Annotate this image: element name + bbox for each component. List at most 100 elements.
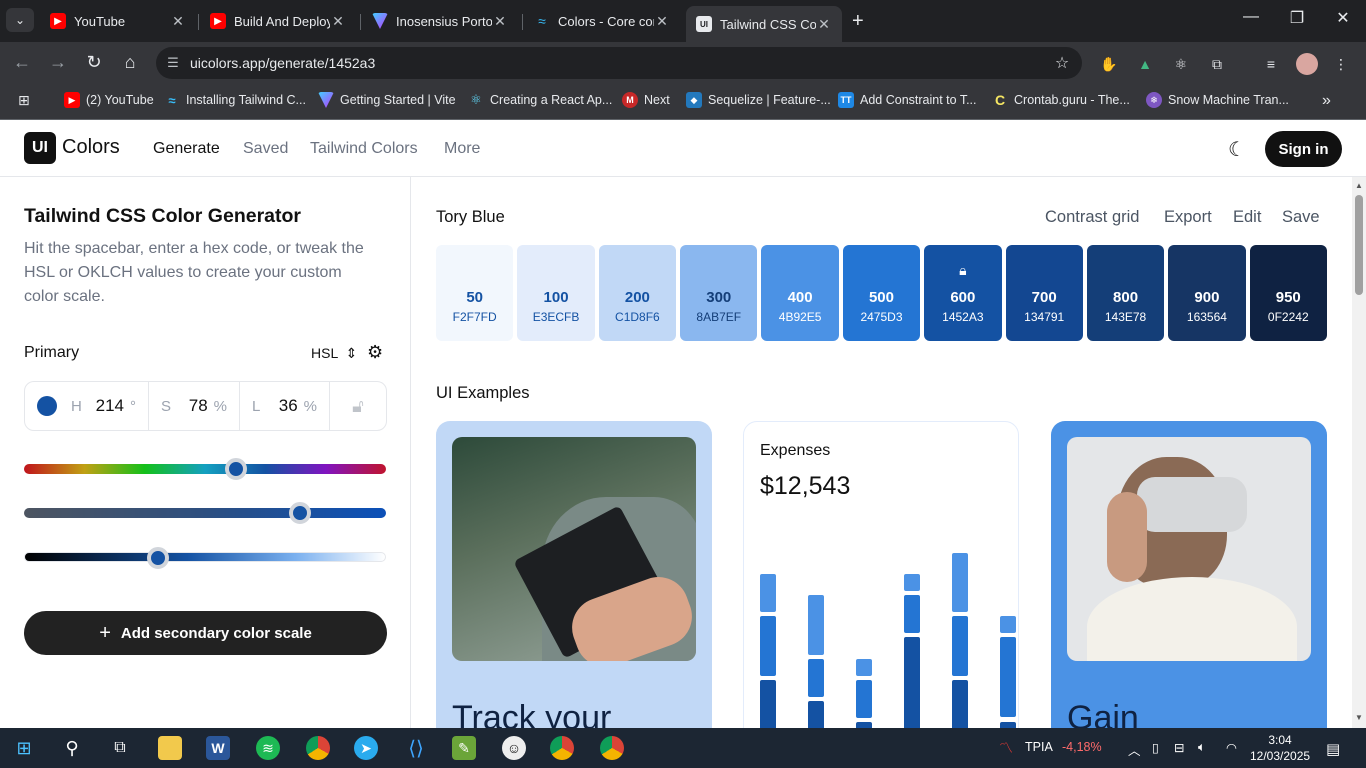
tab-search-button[interactable]: ⌄ (6, 8, 34, 32)
back-button[interactable]: ← (10, 52, 34, 73)
address-bar[interactable]: ☰ uicolors.app/generate/1452a3 ☆ (156, 47, 1082, 79)
browser-tab[interactable]: Inosensius Portof ✕ (362, 6, 518, 36)
react-devtools-icon[interactable]: ⚛ (1170, 53, 1192, 75)
bookmark-item[interactable]: TT Add Constraint to T... (838, 92, 977, 108)
lightness-value[interactable]: 36 (279, 396, 298, 416)
browser-tab[interactable]: ▶ YouTube ✕ (40, 6, 196, 36)
scroll-up-icon[interactable]: ▲ (1355, 181, 1363, 190)
close-window-button[interactable]: ✕ (1320, 8, 1366, 28)
browser-tab[interactable]: ≈ Colors - Core cor ✕ (524, 6, 680, 36)
stock-name[interactable]: TPIA (1025, 740, 1053, 754)
hue-field[interactable]: H 214 ° (25, 382, 149, 430)
edit-button[interactable]: Edit (1233, 208, 1261, 227)
add-secondary-scale-button[interactable]: + Add secondary color scale (24, 611, 387, 655)
chrome-icon[interactable] (550, 736, 574, 760)
start-button-icon[interactable]: ⊞ (12, 736, 36, 760)
bookmark-item[interactable]: M Next (622, 92, 670, 108)
lightness-slider[interactable] (24, 547, 386, 569)
color-swatch-200[interactable]: 200 C1D8F6 (598, 245, 677, 341)
saturation-slider[interactable] (24, 502, 386, 524)
bookmark-item[interactable]: ≈ Installing Tailwind C... (164, 92, 306, 108)
bookmark-star-icon[interactable]: ☆ (1042, 53, 1082, 73)
new-tab-button[interactable]: + (852, 10, 864, 33)
logo-text[interactable]: Colors (62, 136, 120, 159)
restore-button[interactable]: ❐ (1274, 8, 1320, 28)
url-text[interactable]: uicolors.app/generate/1452a3 (190, 55, 1042, 71)
extensions-icon[interactable]: ⧉ (1206, 53, 1228, 75)
more-bookmarks-icon[interactable]: » (1322, 92, 1331, 110)
color-swatch-800[interactable]: 800 143E78 (1086, 245, 1165, 341)
save-button[interactable]: Save (1282, 208, 1320, 227)
file-explorer-icon[interactable] (158, 736, 182, 760)
saturation-value[interactable]: 78 (189, 396, 208, 416)
forward-button[interactable]: → (46, 52, 70, 73)
scale-name[interactable]: Tory Blue (436, 208, 505, 227)
scrollbar-thumb[interactable] (1355, 195, 1363, 295)
logo-mark[interactable]: UI (24, 132, 56, 164)
close-tab-icon[interactable]: ✕ (492, 13, 508, 30)
contrast-grid-button[interactable]: Contrast grid (1045, 208, 1139, 227)
color-mode-select[interactable]: HSL ⇕ (311, 345, 357, 362)
wifi-icon[interactable]: ◠ (1226, 740, 1237, 755)
telegram-icon[interactable]: ➤ (354, 736, 378, 760)
color-swatch-900[interactable]: 900 163564 (1168, 245, 1246, 341)
network-icon[interactable]: ⊟ (1174, 740, 1184, 755)
color-swatch-100[interactable]: 100 E3ECFB (517, 245, 595, 341)
word-icon[interactable]: W (206, 736, 230, 760)
lightness-slider-handle[interactable] (147, 547, 170, 569)
browser-menu-icon[interactable]: ⋮ (1330, 53, 1352, 75)
saturation-field[interactable]: S 78 % (149, 382, 240, 430)
sign-in-button[interactable]: Sign in (1265, 131, 1342, 167)
vue-devtools-icon[interactable]: ▲ (1134, 53, 1156, 75)
app-icon[interactable]: ☺ (502, 736, 526, 760)
tray-chevron-icon[interactable]: ︿ (1128, 740, 1141, 759)
bookmark-item[interactable]: ❄ Snow Machine Tran... (1146, 92, 1289, 108)
home-button[interactable]: ⌂ (118, 52, 142, 73)
close-tab-icon[interactable]: ✕ (816, 16, 832, 33)
page-scrollbar[interactable]: ▲ ▼ (1352, 177, 1366, 728)
reload-button[interactable]: ↻ (82, 52, 106, 73)
clock[interactable]: 3:04 12/03/2025 (1250, 732, 1310, 764)
color-swatch-50[interactable]: 50 F2F7FD (436, 245, 514, 341)
browser-tab-active[interactable]: UI Tailwind CSS Colo ✕ (686, 6, 842, 42)
color-swatch-500[interactable]: 500 2475D3 (842, 245, 921, 341)
nav-generate[interactable]: Generate (153, 140, 220, 158)
unlock-icon[interactable]: 🔓︎ (330, 382, 386, 430)
hue-slider[interactable] (24, 458, 386, 480)
scroll-down-icon[interactable]: ▼ (1355, 713, 1363, 722)
dark-mode-toggle-icon[interactable]: ☾ (1228, 137, 1246, 162)
close-tab-icon[interactable]: ✕ (330, 13, 346, 30)
vscode-icon[interactable]: ⟨⟩ (404, 736, 428, 760)
chrome-icon[interactable] (600, 736, 624, 760)
adblock-extension-icon[interactable]: ✋ (1098, 53, 1120, 75)
lock-icon[interactable]: 🔒︎ (959, 262, 966, 279)
saturation-slider-handle[interactable] (289, 502, 312, 524)
browser-tab[interactable]: ▶ Build And Deploy ✕ (200, 6, 356, 36)
notepad-icon[interactable]: ✎ (452, 736, 476, 760)
hue-slider-handle[interactable] (224, 458, 247, 480)
bookmark-item[interactable]: C Crontab.guru - The... (992, 92, 1130, 108)
nav-more[interactable]: More (444, 140, 480, 158)
color-swatch-400[interactable]: 400 4B92E5 (761, 245, 839, 341)
profile-avatar[interactable] (1296, 53, 1318, 75)
notifications-icon[interactable]: ▤ (1326, 740, 1340, 758)
color-preview-dot[interactable] (37, 396, 57, 416)
bookmark-item[interactable]: Getting Started | Vite (318, 92, 456, 108)
task-view-icon[interactable]: ⧉ (108, 736, 132, 760)
close-tab-icon[interactable]: ✕ (170, 13, 186, 30)
chrome-icon[interactable] (306, 736, 330, 760)
minimize-button[interactable]: — (1228, 8, 1274, 26)
hue-value[interactable]: 214 (96, 396, 124, 416)
bookmark-item[interactable]: ▶ (2) YouTube (64, 92, 154, 108)
nav-tailwind-colors[interactable]: Tailwind Colors (310, 140, 418, 158)
color-swatch-300[interactable]: 300 8AB7EF (680, 245, 758, 341)
stock-icon[interactable]: 〽 (994, 736, 1018, 760)
color-swatch-600[interactable]: 🔒︎ 600 1452A3 (924, 245, 1002, 341)
lightness-field[interactable]: L 36 % (240, 382, 330, 430)
close-tab-icon[interactable]: ✕ (654, 13, 670, 30)
color-swatch-700[interactable]: 700 134791 (1005, 245, 1083, 341)
battery-icon[interactable]: ▯ (1152, 740, 1159, 755)
search-icon[interactable]: ⚲ (60, 736, 84, 760)
bookmark-item[interactable]: ◆ Sequelize | Feature-... (686, 92, 831, 108)
volume-icon[interactable]: 🔈︎ (1198, 740, 1206, 755)
